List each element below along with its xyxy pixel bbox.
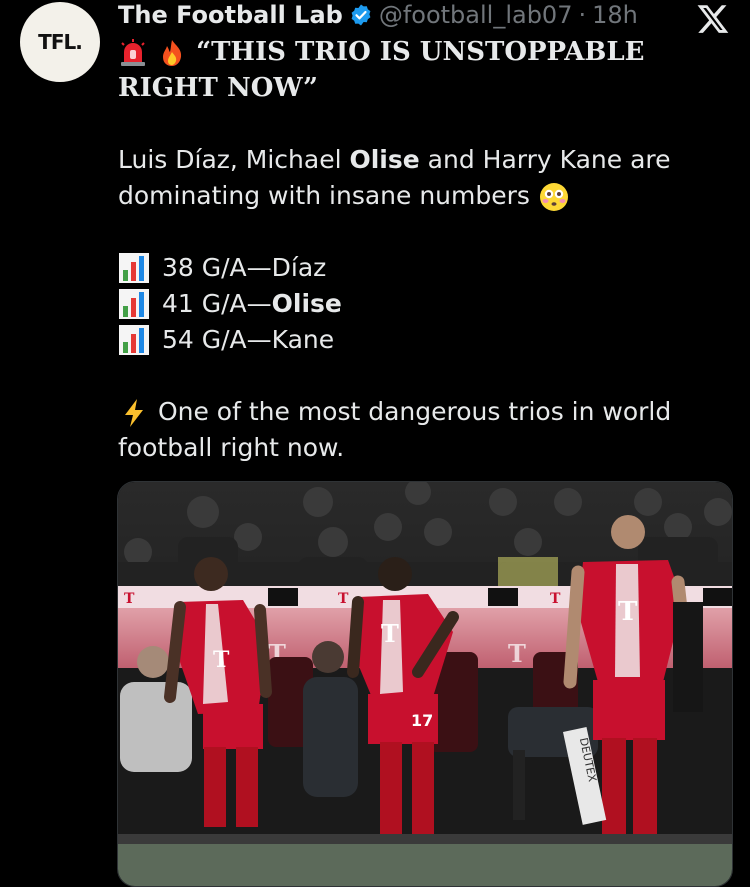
siren-emoji-icon: [121, 39, 145, 66]
photo-board-letter: T: [213, 647, 230, 673]
stat-player: Díaz: [271, 253, 327, 282]
lightning-emoji-icon: [125, 399, 143, 427]
bar-chart-emoji-icon: [119, 289, 149, 319]
stat-value: 38 G/A: [162, 253, 247, 282]
fire-emoji-icon: [163, 40, 182, 66]
intro-bold-name: Olise: [349, 145, 420, 174]
stat-dash: —: [246, 289, 272, 318]
stat-dash: —: [246, 325, 272, 354]
avatar[interactable]: TFL.: [20, 2, 100, 82]
separator-dot: ·: [578, 1, 587, 29]
flushed-face-emoji-icon: [539, 183, 568, 211]
svg-text:T: T: [338, 591, 349, 607]
svg-text:T: T: [550, 591, 561, 607]
stat-line-olise: 41 G/A — Olise: [118, 286, 342, 322]
stat-dash: —: [246, 253, 272, 282]
intro-text-part1: Luis Díaz, Michael: [118, 145, 350, 174]
stat-value: 54 G/A: [162, 325, 247, 354]
handle[interactable]: @football_lab07: [379, 1, 573, 29]
tweet-closing: One of the most dangerous trios in world…: [118, 394, 728, 466]
verified-badge-icon: [351, 4, 371, 26]
photo-shirt-number: 17: [411, 711, 433, 730]
tweet-photo[interactable]: TTT TTTT T: [117, 481, 733, 887]
closing-text: One of the most dangerous trios in world…: [118, 397, 672, 462]
stat-player: Olise: [271, 289, 342, 318]
stat-line-kane: 54 G/A — Kane: [118, 322, 334, 358]
headline: “THIS TRIO IS UNSTOPPABLE RIGHT NOW”: [118, 34, 728, 106]
tweet-header: The Football Lab @football_lab07 · 18h: [118, 0, 708, 30]
svg-text:T: T: [124, 591, 135, 607]
svg-text:T: T: [381, 619, 399, 648]
svg-text:T: T: [508, 639, 526, 668]
bar-chart-emoji-icon: [119, 325, 149, 355]
bar-chart-emoji-icon: [119, 253, 149, 283]
display-name[interactable]: The Football Lab: [118, 1, 343, 29]
x-logo-icon: [697, 5, 729, 33]
timestamp[interactable]: 18h: [592, 1, 638, 29]
avatar-text: TFL.: [38, 30, 83, 54]
photo-illustration: TTT TTTT T: [118, 482, 732, 886]
stat-line-diaz: 38 G/A — Díaz: [118, 250, 326, 286]
stat-player: Kane: [271, 325, 335, 354]
stat-value: 41 G/A: [162, 289, 247, 318]
svg-text:T: T: [618, 597, 638, 627]
tweet-intro: Luis Díaz, Michael Olise and Harry Kane …: [118, 142, 728, 214]
headline-text: “THIS TRIO IS UNSTOPPABLE RIGHT NOW”: [118, 37, 645, 103]
